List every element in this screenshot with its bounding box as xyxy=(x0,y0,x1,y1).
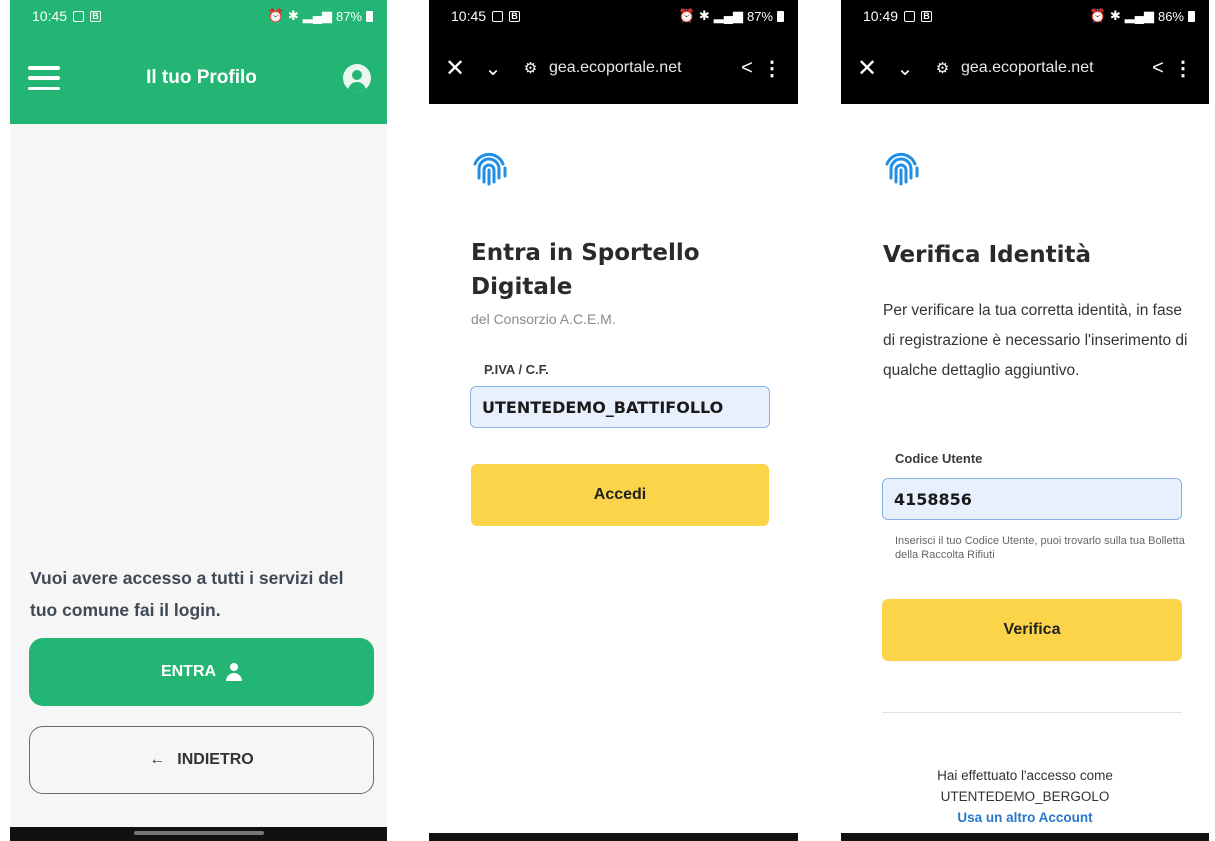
home-gesture-handle[interactable] xyxy=(133,831,264,835)
verify-description: Per verificare la tua corretta identità,… xyxy=(883,302,1188,379)
enter-button-label: ENTRA xyxy=(160,663,217,680)
b-notification-icon: B xyxy=(90,10,102,22)
more-options-icon[interactable]: ⋮ xyxy=(1173,56,1193,81)
enter-button[interactable]: ENTRA xyxy=(29,638,374,706)
user-code-hint: Inserisci il tuo Codice Utente, puoi tro… xyxy=(895,535,1185,561)
url-text[interactable]: gea.ecoportale.net xyxy=(961,59,1143,77)
login-title-line2: Digitale xyxy=(471,274,573,300)
gallery-notification-icon xyxy=(492,10,504,22)
share-icon[interactable]: < xyxy=(732,57,762,80)
battery-level: 86% xyxy=(1157,8,1184,24)
share-icon[interactable]: < xyxy=(1143,57,1173,80)
more-options-icon[interactable]: ⋮ xyxy=(762,56,782,81)
bluetooth-icon: ✱ xyxy=(698,8,710,23)
status-time: 10:45 xyxy=(451,8,487,24)
back-button-label: INDIETRO xyxy=(177,751,254,768)
menu-icon[interactable] xyxy=(28,66,60,90)
verify-identity-screen: 10:49 B ⏰ ✱ ▂▄▆ 86% ✕ ⌄ ⚙ gea.ecoportale… xyxy=(841,0,1209,841)
verify-title: Verifica Identità xyxy=(883,242,1091,268)
arrow-left-icon: ← xyxy=(149,751,166,768)
bluetooth-icon: ✱ xyxy=(287,8,299,23)
battery-level: 87% xyxy=(335,8,362,24)
profile-screen: 10:45 B ⏰ ✱ ▂▄▆ 87% Il tuo Profilo Vuoi … xyxy=(10,0,387,841)
chevron-down-icon[interactable]: ⌄ xyxy=(887,56,923,81)
b-notification-icon: B xyxy=(921,10,933,22)
site-settings-icon[interactable]: ⚙ xyxy=(923,59,961,77)
status-bar: 10:45 B ⏰ ✱ ▂▄▆ 87% xyxy=(10,0,387,32)
profile-content: Vuoi avere accesso a tutti i servizi del… xyxy=(10,124,387,828)
switch-account-link[interactable]: Usa un altro Account xyxy=(957,810,1092,825)
browser-chrome: 10:45 B ⏰ ✱ ▂▄▆ 87% ✕ ⌄ ⚙ gea.ecoportale… xyxy=(429,0,798,104)
status-time: 10:45 xyxy=(32,8,68,24)
divider xyxy=(882,712,1182,713)
status-time: 10:49 xyxy=(863,8,899,24)
system-nav-bar xyxy=(429,833,798,841)
battery-icon xyxy=(777,10,784,22)
bluetooth-icon: ✱ xyxy=(1109,8,1121,23)
battery-icon xyxy=(1188,10,1195,22)
login-button[interactable]: Accedi xyxy=(471,464,769,526)
browser-url-bar: ✕ ⌄ ⚙ gea.ecoportale.net < ⋮ xyxy=(841,32,1209,104)
logged-as-label: Hai effettuato l'accesso come xyxy=(937,768,1113,783)
user-code-label: Codice Utente xyxy=(895,451,983,466)
status-bar: 10:45 B ⏰ ✱ ▂▄▆ 87% xyxy=(429,0,798,32)
close-icon[interactable]: ✕ xyxy=(445,54,475,83)
logged-username: UTENTEDEMO_BERGOLO xyxy=(940,789,1110,804)
system-nav-bar xyxy=(10,827,387,841)
gallery-notification-icon xyxy=(904,10,916,22)
login-prompt: Vuoi avere accesso a tutti i servizi del… xyxy=(30,568,344,620)
system-nav-bar xyxy=(841,833,1209,841)
battery-icon xyxy=(366,10,373,22)
b-notification-icon: B xyxy=(509,10,521,22)
fingerprint-icon xyxy=(473,152,507,186)
signal-icon: ▂▄▆ xyxy=(1124,8,1154,23)
status-bar: 10:49 B ⏰ ✱ ▂▄▆ 86% xyxy=(841,0,1209,32)
fingerprint-icon xyxy=(885,152,919,186)
signal-icon: ▂▄▆ xyxy=(713,8,743,23)
browser-chrome: 10:49 B ⏰ ✱ ▂▄▆ 86% ✕ ⌄ ⚙ gea.ecoportale… xyxy=(841,0,1209,104)
close-icon[interactable]: ✕ xyxy=(857,54,887,83)
browser-url-bar: ✕ ⌄ ⚙ gea.ecoportale.net < ⋮ xyxy=(429,32,798,104)
tax-id-input[interactable]: UTENTEDEMO_BATTIFOLLO xyxy=(470,386,770,428)
login-title-line1: Entra in Sportello xyxy=(471,240,700,266)
app-bar: Il tuo Profilo xyxy=(10,32,387,124)
login-subtitle: del Consorzio A.C.E.M. xyxy=(471,311,616,327)
signal-icon: ▂▄▆ xyxy=(302,8,332,23)
verify-button[interactable]: Verifica xyxy=(882,599,1182,661)
user-code-input[interactable]: 4158856 xyxy=(882,478,1182,520)
gallery-notification-icon xyxy=(73,10,85,22)
page-title: Il tuo Profilo xyxy=(146,67,257,88)
login-screen: 10:45 B ⏰ ✱ ▂▄▆ 87% ✕ ⌄ ⚙ gea.ecoportale… xyxy=(429,0,798,841)
app-header: 10:45 B ⏰ ✱ ▂▄▆ 87% Il tuo Profilo xyxy=(10,0,387,124)
profile-avatar-icon[interactable] xyxy=(342,64,371,92)
user-icon xyxy=(226,663,243,681)
switch-account-container: Usa un altro Account xyxy=(841,810,1209,825)
tax-id-label: P.IVA / C.F. xyxy=(484,362,549,377)
site-settings-icon[interactable]: ⚙ xyxy=(511,59,549,77)
alarm-icon: ⏰ xyxy=(1089,8,1106,23)
alarm-icon: ⏰ xyxy=(267,8,284,23)
url-text[interactable]: gea.ecoportale.net xyxy=(549,59,732,77)
battery-level: 87% xyxy=(746,8,773,24)
alarm-icon: ⏰ xyxy=(678,8,695,23)
back-button[interactable]: ← INDIETRO xyxy=(29,726,374,794)
chevron-down-icon[interactable]: ⌄ xyxy=(475,56,511,81)
